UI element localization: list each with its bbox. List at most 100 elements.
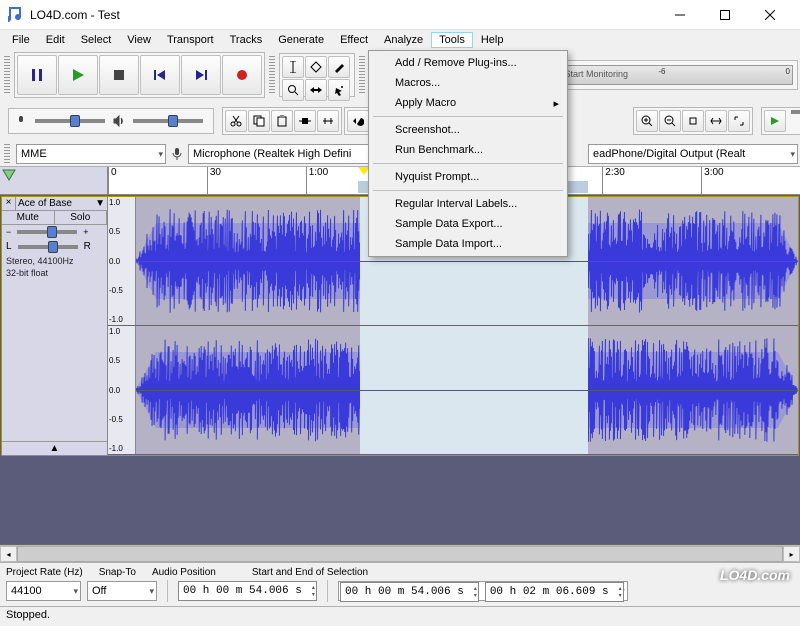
snap-to-label: Snap-To [99,567,136,578]
playback-volume-slider[interactable] [133,119,203,123]
multi-tool[interactable] [328,79,350,101]
pan-right-label: R [84,241,91,252]
audio-position-label: Audio Position [152,567,216,578]
zoom-out-button[interactable] [659,110,681,132]
amplitude-scale: 1.00.50.0-0.5-1.0 [108,197,136,325]
selection-end-field[interactable]: 00 h 02 m 06.609 s [485,582,624,602]
track-info: Stereo, 44100Hz32-bit float [2,254,107,281]
zoom-in-button[interactable] [636,110,658,132]
maximize-button[interactable] [702,0,747,30]
minimize-button[interactable] [657,0,702,30]
fit-project-button[interactable] [705,110,727,132]
ruler-corner [0,167,108,194]
menu-regular-interval-labels[interactable]: Regular Interval Labels... [371,194,565,214]
draw-tool[interactable] [328,56,350,78]
menu-file[interactable]: File [4,32,38,48]
toolbar-grip[interactable] [4,144,10,164]
project-rate-label: Project Rate (Hz) [6,567,83,578]
menu-tracks[interactable]: Tracks [222,32,271,48]
close-button[interactable] [747,0,792,30]
menu-tools[interactable]: Tools [431,32,473,48]
undo-button[interactable] [347,110,369,132]
menu-generate[interactable]: Generate [270,32,332,48]
snap-to-combo[interactable]: Off [87,581,157,601]
mixer-toolbar [8,108,214,134]
menu-edit[interactable]: Edit [38,32,73,48]
toolbar-grip[interactable] [359,56,365,94]
menu-help[interactable]: Help [473,32,512,48]
audio-host-combo[interactable]: MME [16,144,166,164]
menu-macros[interactable]: Macros... [371,73,565,93]
gain-slider[interactable] [17,230,77,234]
ruler-tick: 3:00 [701,167,800,194]
pin-triangle-icon[interactable] [2,169,16,181]
play-button[interactable] [58,55,98,95]
speaker-icon [113,115,125,127]
trim-button[interactable] [294,110,316,132]
selection-start-field[interactable]: 00 h 00 m 54.006 s [340,582,479,602]
copy-button[interactable] [248,110,270,132]
horizontal-scrollbar[interactable]: ◂ ▸ [0,545,800,562]
project-rate-combo[interactable]: 44100 [6,581,81,601]
track-close-button[interactable]: × [2,197,16,210]
cut-button[interactable] [225,110,247,132]
selection-toolbar: Project Rate (Hz) Snap-To Audio Position… [0,562,800,606]
scroll-right-button[interactable]: ▸ [783,546,800,562]
zoom-tool[interactable] [282,79,304,101]
toolbar-grip[interactable] [4,56,10,94]
record-volume-slider[interactable] [35,119,105,123]
skip-end-button[interactable] [181,55,221,95]
amplitude-scale: 1.00.50.0-0.5-1.0 [108,326,136,454]
ruler-tick: 2:30 [602,167,701,194]
scroll-left-button[interactable]: ◂ [0,546,17,562]
track-menu-button[interactable]: Ace of Base▼ [16,197,107,210]
mute-button[interactable]: Mute [2,211,55,224]
scroll-track[interactable] [17,546,783,562]
menu-analyze[interactable]: Analyze [376,32,431,48]
menu-sample-data-import[interactable]: Sample Data Import... [371,234,565,254]
stop-button[interactable] [99,55,139,95]
skip-start-button[interactable] [140,55,180,95]
menu-run-benchmark[interactable]: Run Benchmark... [371,140,565,160]
menu-bar: File Edit Select View Transport Tracks G… [0,30,800,50]
timeshift-tool[interactable] [305,79,327,101]
fit-selection-button[interactable] [682,110,704,132]
menu-add-remove-plugins[interactable]: Add / Remove Plug-ins... [371,53,565,73]
zoom-toolbar [633,107,753,135]
pan-slider[interactable] [18,245,78,249]
menu-effect[interactable]: Effect [332,32,376,48]
menu-nyquist-prompt[interactable]: Nyquist Prompt... [371,167,565,187]
channel-right[interactable]: 1.00.50.0-0.5-1.0 [108,326,798,455]
menu-apply-macro[interactable]: Apply Macro▸ [371,93,565,113]
play-at-speed-button[interactable] [764,110,786,132]
title-bar: LO4D.com - Test [0,0,800,30]
menu-sample-data-export[interactable]: Sample Data Export... [371,214,565,234]
envelope-tool[interactable] [305,56,327,78]
menu-select[interactable]: Select [73,32,120,48]
menu-separator [373,163,563,164]
pause-button[interactable] [17,55,57,95]
menu-view[interactable]: View [119,32,159,48]
edit-toolbar [222,107,342,135]
menu-screenshot[interactable]: Screenshot... [371,120,565,140]
silence-button[interactable] [317,110,339,132]
solo-button[interactable]: Solo [55,211,108,224]
selection-label: Start and End of Selection [252,567,368,578]
chevron-down-icon: ▼ [95,198,105,209]
toolbar-grip[interactable] [269,56,275,94]
scroll-thumb[interactable] [17,546,783,562]
zoom-toggle-button[interactable] [728,110,750,132]
track-control-panel: × Ace of Base▼ Mute Solo −+ LR Stereo, 4… [2,197,108,455]
audio-position-field[interactable]: 00 h 00 m 54.006 s [178,581,317,601]
menu-transport[interactable]: Transport [159,32,222,48]
track-collapse-button[interactable]: ▲ [2,441,107,455]
ruler-tick: 0 [108,167,207,194]
selection-tool[interactable] [282,56,304,78]
play-speed-slider[interactable] [791,110,800,114]
playback-device-combo[interactable]: eadPhone/Digital Output (Realt [588,144,798,164]
record-button[interactable] [222,55,262,95]
record-device-combo[interactable]: Microphone (Realtek High Defini [188,144,398,164]
waveform-right[interactable] [136,326,798,454]
status-bar: Stopped. [0,606,800,626]
paste-button[interactable] [271,110,293,132]
